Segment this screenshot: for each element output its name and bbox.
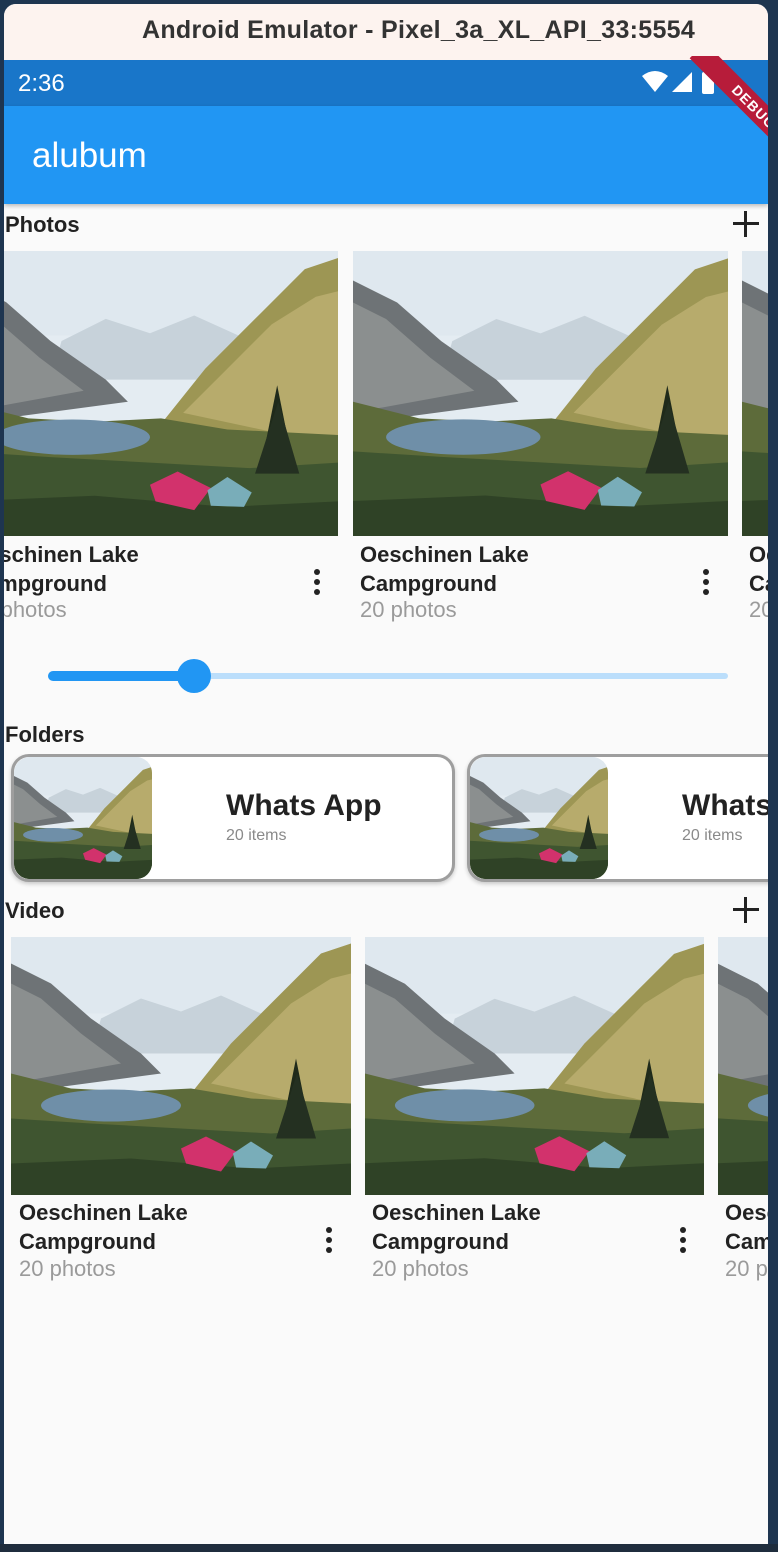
folder-name: Whats App: [682, 789, 768, 822]
video-section-title: Video: [5, 898, 65, 923]
folder-thumbnail: [470, 757, 608, 879]
photo-card-title: Oeschinen Lake Campground: [4, 542, 139, 596]
more-vert-icon[interactable]: [311, 567, 323, 601]
video-thumbnail: [365, 937, 704, 1195]
video-thumbnail: [11, 937, 351, 1195]
app-bar: alubum: [4, 106, 768, 204]
video-thumbnail: [718, 937, 768, 1195]
video-card-count: 20 photos: [372, 1256, 469, 1281]
window-titlebar: Android Emulator - Pixel_3a_XL_API_33:55…: [4, 4, 768, 60]
video-card-title: Oeschinen Lake Campground: [19, 1200, 188, 1254]
photo-card[interactable]: Oeschinen Lake Campground 20 photos: [353, 251, 728, 631]
signal-icon: [672, 72, 692, 92]
folder-thumbnail: [14, 757, 152, 879]
photo-thumbnail: [353, 251, 728, 536]
video-card-count: 20 photos: [19, 1256, 116, 1281]
add-icon[interactable]: [728, 206, 764, 242]
status-time: 2:36: [18, 70, 65, 97]
photo-card[interactable]: Oeschinen Lake Campground 20 photos: [742, 251, 768, 631]
slider-active-track: [48, 671, 194, 681]
folder-card[interactable]: Whats App 20 items: [11, 754, 455, 882]
desktop-edge: [0, 1544, 778, 1552]
battery-icon: [702, 70, 714, 94]
more-vert-icon[interactable]: [677, 1225, 689, 1259]
photo-size-slider[interactable]: [48, 659, 728, 697]
photo-card-title: Oeschinen Lake Campground: [749, 542, 768, 596]
photo-thumbnail: [742, 251, 768, 536]
photo-card-count: 20 photos: [4, 597, 67, 622]
folder-card[interactable]: Whats App 20 items: [467, 754, 768, 882]
video-card[interactable]: Oeschinen Lake Campground 20 photos: [718, 937, 768, 1297]
slider-thumb[interactable]: [177, 659, 211, 693]
app-title: alubum: [32, 136, 147, 175]
photo-card-count: 20 photos: [360, 597, 457, 622]
video-row[interactable]: Oeschinen Lake Campground 20 photos Oesc…: [4, 937, 768, 1297]
folder-count: 20 items: [226, 827, 287, 844]
photo-card[interactable]: Oeschinen Lake Campground 20 photos: [4, 251, 338, 631]
photo-card-title: Oeschinen Lake Campground: [360, 542, 529, 596]
photo-thumbnail: [4, 251, 338, 536]
folder-name: Whats App: [226, 789, 382, 822]
wifi-icon: [642, 71, 668, 92]
more-vert-icon[interactable]: [700, 567, 712, 601]
folder-count: 20 items: [682, 827, 743, 844]
more-vert-icon[interactable]: [323, 1225, 335, 1259]
video-card-count: 20 photos: [725, 1256, 768, 1281]
photos-row[interactable]: Oeschinen Lake Campground 20 photos Oesc…: [4, 251, 768, 631]
emulator-window: Android Emulator - Pixel_3a_XL_API_33:55…: [4, 4, 768, 1548]
photos-section-title: Photos: [5, 212, 80, 237]
video-card[interactable]: Oeschinen Lake Campground 20 photos: [365, 937, 704, 1297]
video-card-title: Oeschinen Lake Campground: [725, 1200, 768, 1254]
folders-row[interactable]: Whats App 20 items Whats App 20 items: [4, 754, 768, 888]
window-title: Android Emulator - Pixel_3a_XL_API_33:55…: [142, 16, 696, 44]
photo-card-count: 20 photos: [749, 597, 768, 622]
video-card[interactable]: Oeschinen Lake Campground 20 photos: [11, 937, 351, 1297]
folders-section-title: Folders: [5, 722, 85, 747]
status-icons: [640, 70, 720, 96]
video-card-title: Oeschinen Lake Campground: [372, 1200, 541, 1254]
status-bar: 2:36: [4, 60, 768, 106]
add-icon[interactable]: [728, 892, 764, 928]
